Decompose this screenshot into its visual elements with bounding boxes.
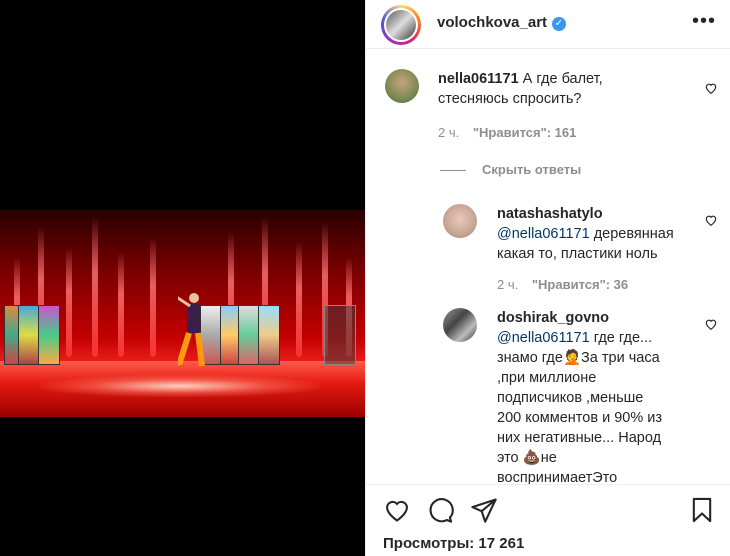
comment-body-line: 200 комментов и 90% из [497, 410, 663, 426]
comment-body-line: деревянная [593, 226, 674, 242]
post-actions-bar: Просмотры: 17 261 [366, 484, 730, 556]
comment-body-line: какая то, пластики ноль [497, 246, 658, 262]
comment-likes[interactable]: "Нравится": 36 [532, 277, 628, 292]
verified-badge-icon: ✓ [552, 17, 566, 31]
comment-time: 2 ч. [438, 125, 460, 140]
poop-emoji-icon: 💩 [522, 450, 541, 466]
post-sidebar: volochkova_art ✓ ••• nella061171 А где б… [365, 0, 730, 556]
comment-time: 2 ч. [497, 277, 519, 292]
post-header: volochkova_art ✓ ••• [366, 0, 730, 49]
views-label: Просмотры: 17 261 [383, 535, 525, 552]
comment-text: nella061171 А где балет, стесняюсь спрос… [438, 69, 698, 109]
hide-replies-button[interactable]: Скрыть ответы [482, 162, 581, 177]
comment-body-line: ,при миллионе [497, 370, 597, 386]
comment-body-line: это [497, 450, 523, 466]
comment-username[interactable]: natashashatylo [497, 206, 603, 222]
comment-meta: 2 ч. "Нравится": 161 [438, 125, 576, 140]
comment-body-line: них негативные... Народ [497, 430, 662, 446]
views-count: Просмотры: 17 261 [383, 535, 524, 552]
comment-body-line: А где балет, [522, 71, 603, 87]
dancer-figure [178, 293, 205, 367]
comment-username[interactable]: doshirak_govno [497, 310, 609, 326]
more-horizontal-icon[interactable]: ••• [692, 10, 716, 33]
send-icon[interactable] [470, 496, 498, 524]
comment-body-line: не [540, 450, 557, 466]
comment-icon[interactable] [426, 496, 454, 524]
comment-text: natashashatylo @nella061171 деревянная к… [497, 204, 707, 264]
comment-body-line: знамо где [497, 350, 563, 366]
comment-body-line: где где... [593, 330, 653, 346]
author-avatar[interactable] [381, 5, 421, 45]
comment-body-line: стесняюсь спросить? [438, 91, 582, 107]
comment-username[interactable]: nella061171 [438, 71, 519, 87]
comment-mention[interactable]: @nella061171 [497, 330, 590, 346]
video-frame-stage [0, 210, 365, 417]
comment-body-line: воспринимаетЭто [497, 470, 618, 484]
author-username[interactable]: volochkova_art [437, 14, 547, 31]
comment-body-line: За три часа [581, 350, 660, 366]
heart-icon[interactable] [704, 213, 718, 227]
comment-likes[interactable]: "Нравится": 161 [473, 125, 577, 140]
commenter-avatar[interactable] [443, 204, 477, 238]
comment-meta: 2 ч. "Нравится": 36 [497, 277, 628, 292]
heart-icon[interactable] [383, 496, 411, 524]
comment-mention[interactable]: @nella061171 [497, 226, 590, 242]
comments-list: nella061171 А где балет, стесняюсь спрос… [366, 49, 730, 484]
heart-icon[interactable] [704, 317, 718, 331]
comment-body-line: подписчиков ,меньше [497, 390, 644, 406]
heart-icon[interactable] [704, 81, 718, 95]
post-media-video[interactable] [0, 0, 365, 556]
commenter-avatar[interactable] [443, 308, 477, 342]
facepalm-emoji-icon: 🤦 [562, 350, 582, 366]
bookmark-icon[interactable] [688, 496, 716, 524]
commenter-avatar[interactable] [385, 69, 419, 103]
comment-text: doshirak_govno @nella061171 где где... з… [497, 308, 707, 484]
